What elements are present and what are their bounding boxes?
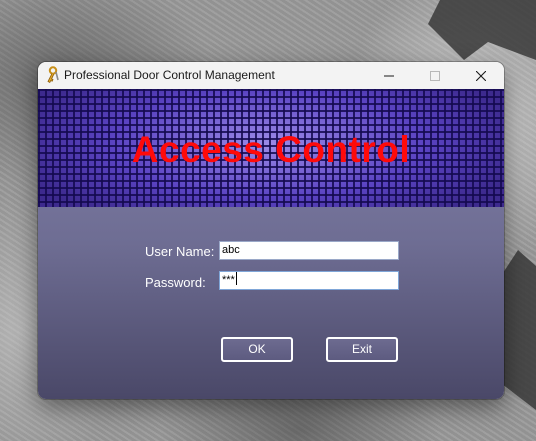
text-caret (235, 272, 237, 285)
banner: Access Control (38, 89, 504, 207)
username-value: abc (222, 244, 240, 256)
maximize-button (412, 62, 458, 89)
minimize-icon (384, 75, 394, 76)
password-input[interactable]: *** (219, 271, 399, 290)
banner-title: Access Control (131, 129, 411, 170)
minimize-button[interactable] (366, 62, 412, 89)
title-bar[interactable]: Professional Door Control Management (38, 62, 504, 89)
wallpaper-shape (428, 0, 536, 60)
maximize-icon (430, 70, 440, 81)
keys-icon (44, 66, 60, 84)
close-icon (476, 70, 486, 81)
password-label: Password: (145, 275, 206, 290)
username-input[interactable]: abc (219, 241, 399, 260)
login-window: Professional Door Control Management Acc… (38, 62, 504, 399)
ok-button[interactable]: OK (221, 337, 293, 362)
username-label: User Name: (145, 244, 215, 259)
exit-button[interactable]: Exit (326, 337, 398, 362)
password-value: *** (222, 274, 235, 286)
login-panel: Access Control User Name: abc Password: … (38, 89, 504, 399)
close-button[interactable] (458, 62, 504, 89)
window-title: Professional Door Control Management (64, 68, 275, 82)
